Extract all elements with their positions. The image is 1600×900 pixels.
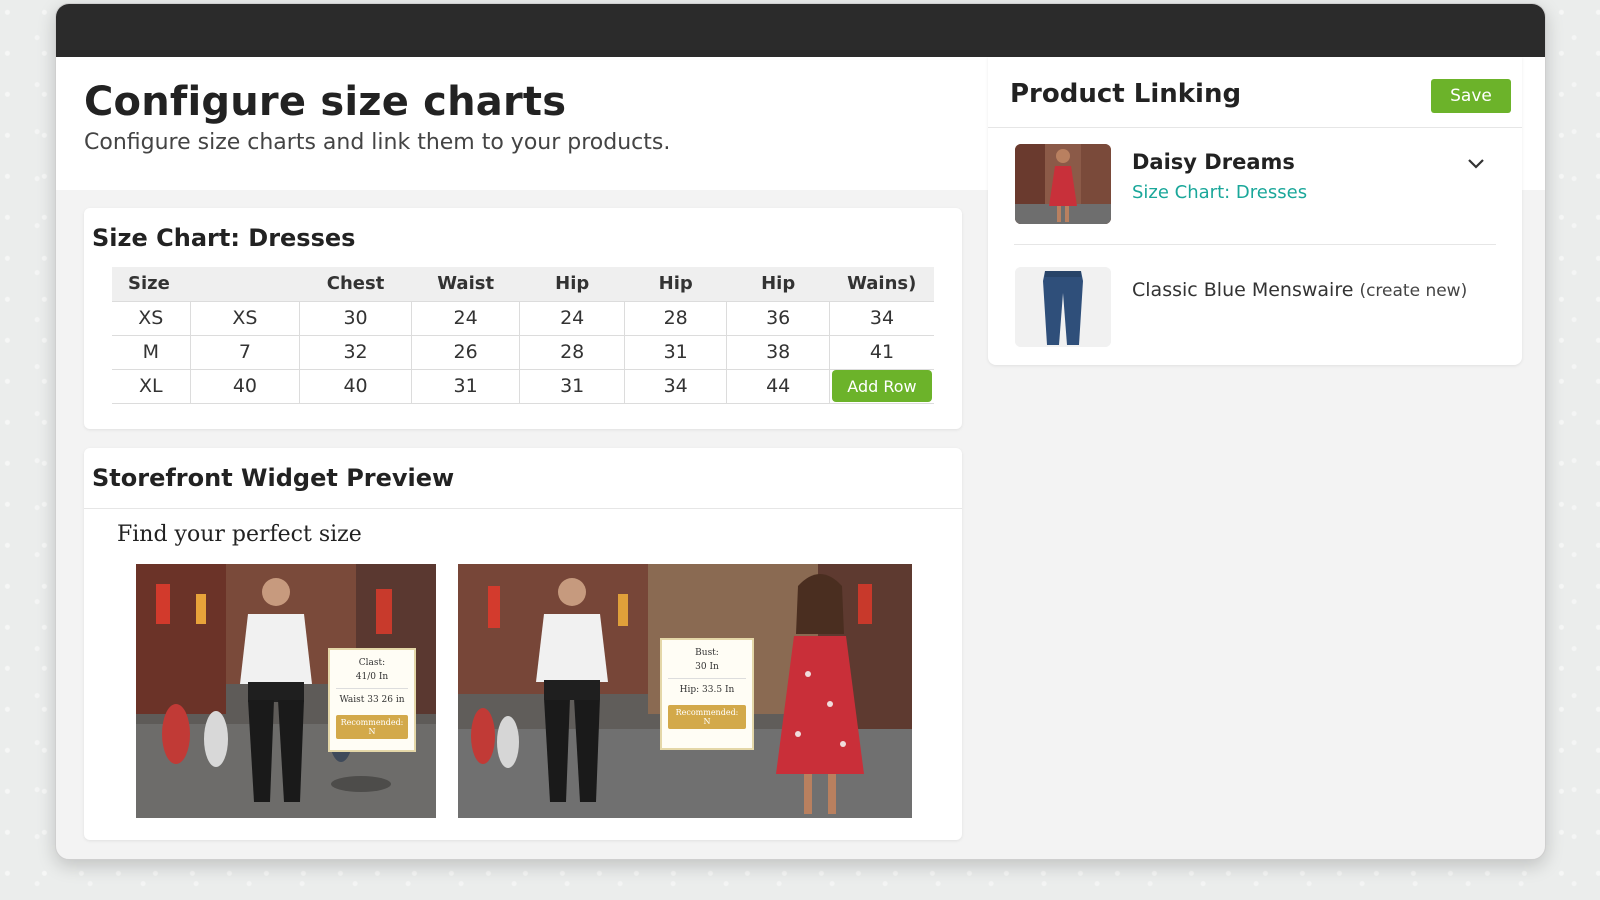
table-cell[interactable]: 40 — [190, 368, 301, 404]
size-chart-table: Size Chest Waist Hip Hip Hip Wains) XS X… — [112, 267, 934, 404]
table-cell[interactable]: 32 — [299, 334, 412, 369]
column-header: Hip — [624, 267, 727, 301]
column-header: Chest — [299, 267, 412, 301]
table-cell[interactable]: 34 — [624, 368, 728, 404]
table-cell[interactable]: 40 — [299, 368, 412, 404]
table-cell[interactable]: 36 — [726, 300, 830, 335]
column-header: Wains) — [829, 267, 934, 301]
product-name: Classic Blue Menswaire (create new) — [1132, 279, 1467, 301]
save-button[interactable]: Save — [1431, 79, 1511, 113]
model-photo-men: Clast: 41/0 In Waist 33 26 in Recommende… — [136, 564, 436, 818]
table-cell[interactable]: 41 — [829, 334, 934, 369]
app-window: Configure size charts Configure size cha… — [55, 3, 1546, 860]
table-cell[interactable]: 24 — [411, 300, 521, 335]
table-cell[interactable]: 34 — [829, 300, 934, 335]
table-cell[interactable]: 24 — [519, 300, 625, 335]
column-header: Hip — [726, 267, 830, 301]
product-thumbnail-dress — [1015, 144, 1111, 224]
tag-separator — [336, 688, 408, 689]
create-new-link[interactable]: (create new) — [1359, 281, 1467, 301]
product-thumbnail-jeans — [1015, 267, 1111, 347]
table-header-row: Size Chest Waist Hip Hip Hip Wains) — [112, 267, 934, 301]
column-header: Size — [112, 267, 191, 301]
table-cell[interactable]: 28 — [519, 334, 625, 369]
linked-product-row[interactable]: Classic Blue Menswaire (create new) — [988, 245, 1522, 363]
linking-title: Product Linking — [1010, 79, 1242, 109]
table-cell[interactable]: M — [112, 334, 191, 369]
table-row: XS XS 30 24 24 28 36 34 — [112, 300, 934, 335]
window-titlebar — [56, 4, 1545, 57]
model-photo-combined: Bust: 30 In Hip: 33.5 In Recommended: N — [458, 564, 912, 818]
recommendation-badge: Recommended: N — [668, 705, 746, 729]
product-linking-card: Product Linking Save Daisy Dreams Size C… — [988, 57, 1522, 365]
preview-divider — [84, 508, 962, 509]
measurement-label: Bust: — [695, 648, 719, 658]
size-recommendation-card: Bust: 30 In Hip: 33.5 In Recommended: N — [660, 638, 754, 750]
table-cell[interactable]: 31 — [519, 368, 625, 404]
table-cell[interactable]: XS — [190, 300, 301, 335]
measurement-value: 41/0 In — [355, 672, 389, 682]
column-header: Hip — [519, 267, 625, 301]
measurement-value: Waist 33 26 in — [339, 695, 405, 705]
table-row: XL 40 40 31 31 34 44 Add Row — [112, 368, 934, 404]
table-cell[interactable]: 7 — [190, 334, 301, 369]
table-cell[interactable]: 30 — [299, 300, 412, 335]
table-cell[interactable]: XL — [112, 368, 191, 404]
dress-thumbnail-image — [1015, 144, 1111, 224]
chevron-down-icon[interactable] — [1466, 157, 1486, 171]
column-header: Waist — [411, 267, 520, 301]
measurement-value: 30 In — [695, 662, 719, 672]
table-cell[interactable]: 38 — [726, 334, 830, 369]
linked-chart-label[interactable]: Size Chart: Dresses — [1132, 182, 1307, 203]
tag-separator — [668, 678, 746, 679]
add-row-button[interactable]: Add Row — [831, 370, 932, 402]
column-header — [190, 267, 300, 301]
measurement-label: Clast: — [358, 658, 386, 668]
page-title: Configure size charts — [84, 79, 567, 125]
size-chart-title: Size Chart: Dresses — [92, 224, 356, 252]
table-cell[interactable]: 28 — [624, 300, 728, 335]
table-cell[interactable]: 31 — [624, 334, 728, 369]
table-cell[interactable]: XS — [112, 300, 191, 335]
table-cell[interactable]: 26 — [411, 334, 521, 369]
recommendation-badge: Recommended: N — [336, 715, 408, 739]
jeans-thumbnail-image — [1015, 267, 1111, 347]
table-cell[interactable]: 31 — [411, 368, 521, 404]
size-recommendation-card: Clast: 41/0 In Waist 33 26 in Recommende… — [328, 648, 416, 752]
table-row: M 7 32 26 28 31 38 41 — [112, 334, 934, 369]
page-subtitle: Configure size charts and link them to y… — [84, 130, 671, 155]
linked-product-row[interactable]: Daisy Dreams Size Chart: Dresses — [988, 127, 1522, 245]
table-cell[interactable]: 44 — [726, 368, 830, 404]
storefront-preview-card: Storefront Widget Preview Find your perf… — [84, 448, 962, 840]
preview-title: Storefront Widget Preview — [92, 464, 455, 492]
preview-heading: Find your perfect size — [117, 522, 362, 547]
measurement-value: Hip: 33.5 In — [679, 685, 735, 695]
size-chart-card: Size Chart: Dresses Size Chest Waist Hip… — [84, 208, 962, 429]
add-row-cell: Add Row — [829, 368, 934, 404]
product-name: Daisy Dreams — [1132, 150, 1295, 174]
product-name-text: Classic Blue Menswaire — [1132, 279, 1354, 301]
